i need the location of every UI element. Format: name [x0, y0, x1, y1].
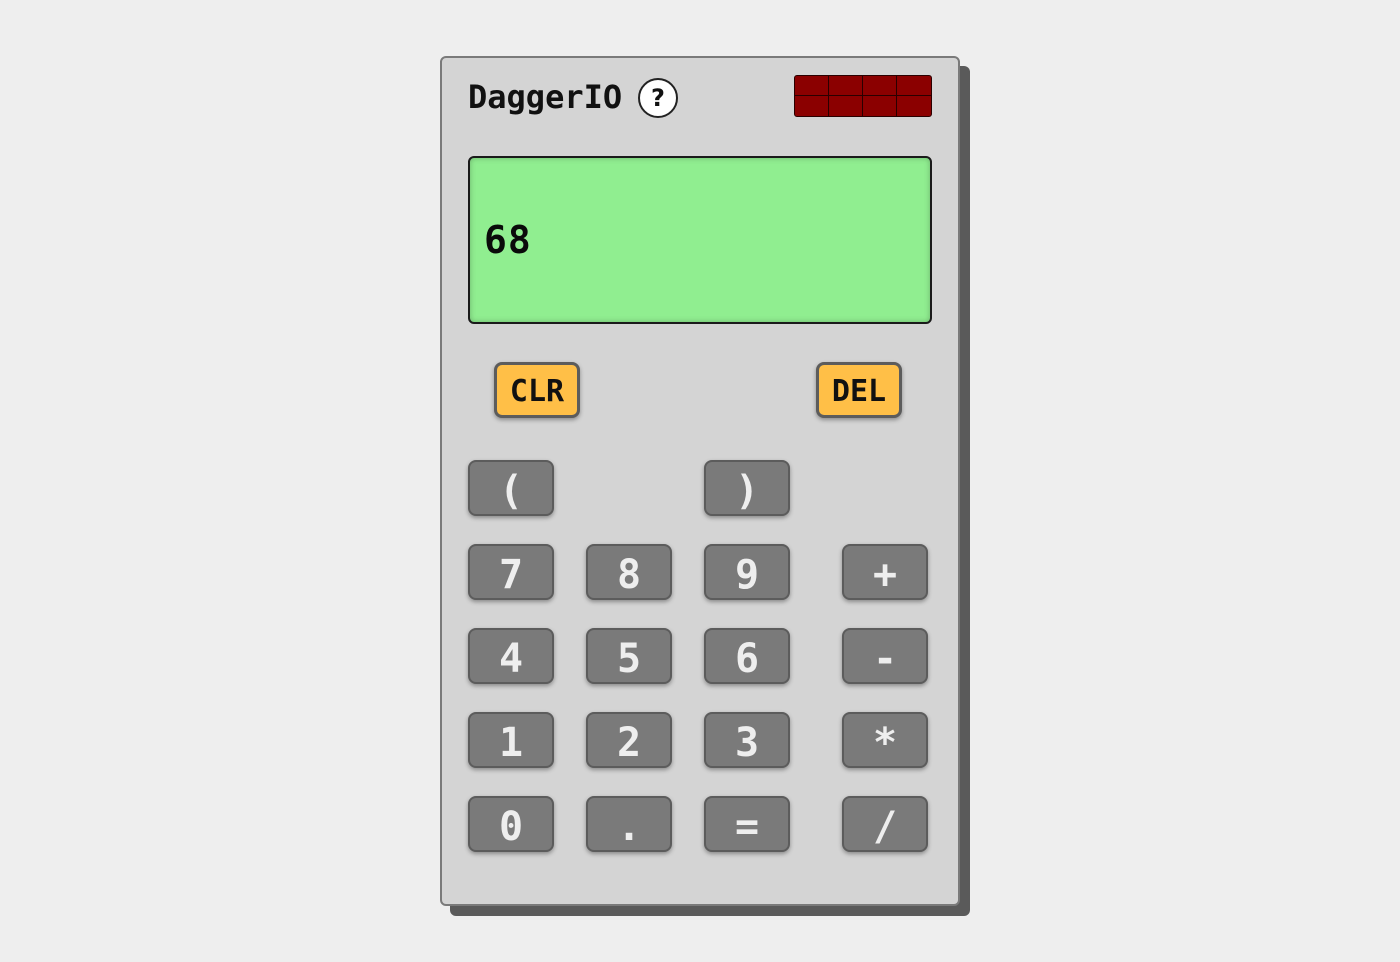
help-button[interactable]: ?: [638, 78, 678, 118]
display-value: 68: [484, 218, 532, 262]
app-title: DaggerIO: [468, 78, 623, 116]
left-paren-key[interactable]: (: [468, 460, 554, 516]
digit-8-key[interactable]: 8: [586, 544, 672, 600]
right-paren-key[interactable]: ): [704, 460, 790, 516]
calculator-display: 68: [468, 156, 932, 324]
digit-6-key[interactable]: 6: [704, 628, 790, 684]
decimal-point-key[interactable]: .: [586, 796, 672, 852]
minus-key[interactable]: -: [842, 628, 928, 684]
digit-0-key[interactable]: 0: [468, 796, 554, 852]
divide-key[interactable]: /: [842, 796, 928, 852]
digit-9-key[interactable]: 9: [704, 544, 790, 600]
digit-1-key[interactable]: 1: [468, 712, 554, 768]
clear-button[interactable]: CLR: [494, 362, 580, 418]
delete-button[interactable]: DEL: [816, 362, 902, 418]
digit-2-key[interactable]: 2: [586, 712, 672, 768]
digit-7-key[interactable]: 7: [468, 544, 554, 600]
digit-3-key[interactable]: 3: [704, 712, 790, 768]
digit-4-key[interactable]: 4: [468, 628, 554, 684]
equals-key[interactable]: =: [704, 796, 790, 852]
multiply-key[interactable]: *: [842, 712, 928, 768]
plus-key[interactable]: +: [842, 544, 928, 600]
calculator: DaggerIO ? 68 CLR DEL ( ) 7 8 9 + 4 5 6 …: [440, 56, 960, 906]
solar-panel: [794, 75, 932, 117]
digit-5-key[interactable]: 5: [586, 628, 672, 684]
